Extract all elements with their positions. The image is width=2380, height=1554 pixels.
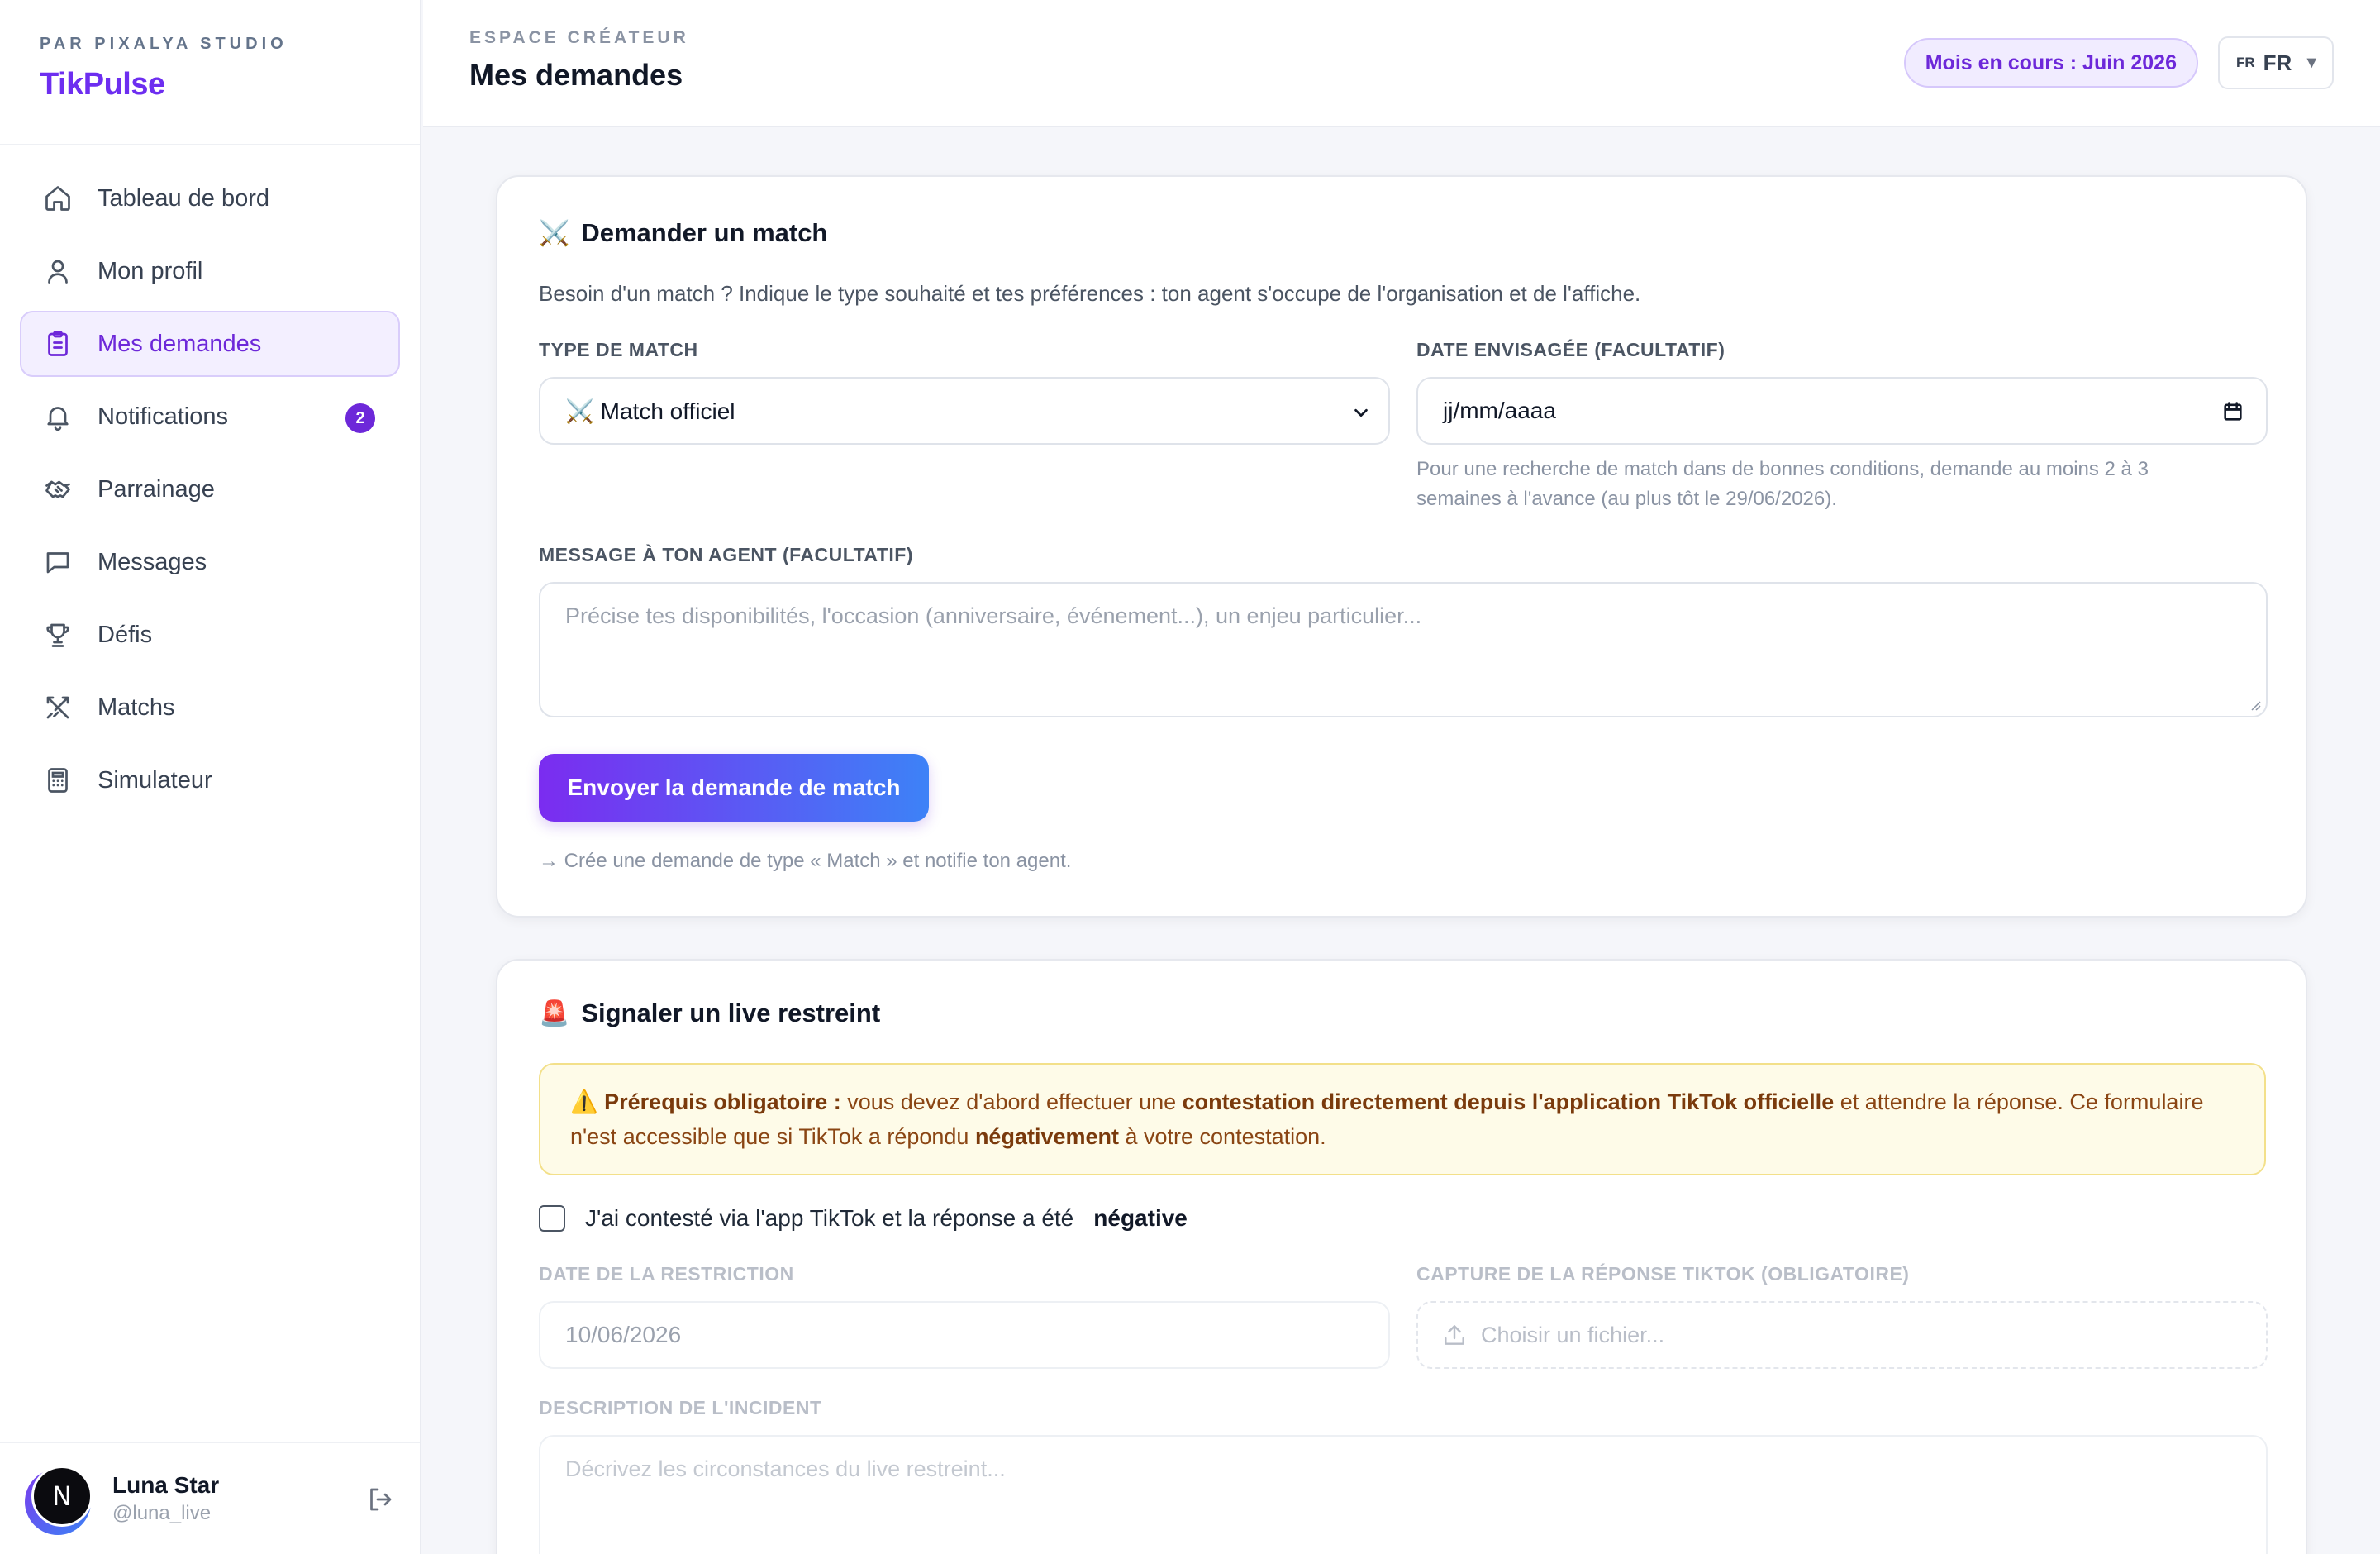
sidebar-item-label: Défis (98, 621, 153, 648)
warning-text-1: vous devez d'abord effectuer une (840, 1089, 1183, 1114)
sidebar-item-label: Matchs (98, 694, 175, 721)
restriction-date-value: 10/06/2026 (565, 1322, 682, 1347)
sidebar: PAR PIXALYA STUDIO TikPulse Tableau de b… (0, 0, 421, 1554)
sidebar-item-label: Tableau de bord (98, 184, 269, 212)
user-handle: @luna_live (112, 1502, 212, 1524)
swords-icon (43, 693, 73, 722)
brand: PAR PIXALYA STUDIO TikPulse (0, 0, 420, 145)
match-date-label: DATE ENVISAGÉE (FACULTATIF) (1416, 339, 1726, 360)
sidebar-item-simulateur[interactable]: Simulateur (20, 747, 400, 813)
top-header: ESPACE CRÉATEUR Mes demandes Mois en cou… (423, 0, 2380, 127)
upload-icon (1445, 1325, 1464, 1345)
sidebar-item-notifications[interactable]: Notifications 2 (20, 384, 400, 450)
match-type-value: ⚔️ Match officiel (565, 398, 735, 424)
contest-checkbox-label: J'ai contesté via l'app TikTok et la rép… (585, 1205, 1074, 1231)
incident-description-textarea[interactable]: Décrivez les circonstances du live restr… (539, 1435, 2268, 1554)
language-flag: FR (2236, 55, 2255, 70)
siren-icon: 🚨 (539, 999, 570, 1027)
agent-message-placeholder: Précise tes disponibilités, l'occasion (… (565, 603, 1422, 628)
contest-confirmation[interactable]: J'ai contesté via l'app TikTok et la rép… (539, 1205, 1188, 1232)
sidebar-item-messages[interactable]: Messages (20, 529, 400, 595)
incident-description-label: DESCRIPTION DE L'INCIDENT (539, 1397, 822, 1418)
avatar[interactable]: N (25, 1466, 94, 1535)
contest-checkbox-bold: négative (1093, 1205, 1188, 1231)
crossed-swords-icon: ⚔️ (539, 219, 570, 247)
sidebar-item-matchs[interactable]: Matchs (20, 675, 400, 741)
restricted-live-card: 🚨 Signaler un live restreint ⚠️ Prérequi… (496, 959, 2307, 1554)
contest-checkbox[interactable] (539, 1205, 565, 1232)
agent-message-label: MESSAGE À TON AGENT (FACULTATIF) (539, 544, 913, 565)
restricted-card-title: 🚨 Signaler un live restreint (539, 999, 880, 1028)
sidebar-item-tableau-de-bord[interactable]: Tableau de bord (20, 165, 400, 231)
message-icon (43, 547, 73, 577)
trophy-icon (43, 620, 73, 650)
match-date-hint: Pour une recherche de match dans de bonn… (1416, 455, 2149, 514)
match-date-hint-line-2: semaines à l'avance (au plus tôt le 29/0… (1416, 488, 1837, 510)
clipboard-icon (43, 329, 73, 359)
calendar-icon[interactable] (2221, 400, 2244, 423)
language-selector[interactable]: FR FR ▼ (2218, 36, 2334, 89)
match-type-select[interactable]: ⚔️ Match officiel (539, 377, 1390, 445)
sidebar-item-label: Notifications (98, 403, 228, 430)
match-description: Besoin d'un match ? Indique le type souh… (539, 281, 1641, 306)
match-request-card: ⚔️ Demander un match Besoin d'un match ?… (496, 175, 2307, 918)
sidebar-item-mes-demandes[interactable]: Mes demandes (20, 311, 400, 377)
capture-file-input[interactable]: Choisir un fichier... (1416, 1301, 2268, 1369)
warning-text-3: à votre contestation. (1119, 1124, 1326, 1149)
prerequisite-warning: ⚠️ Prérequis obligatoire : vous devez d'… (539, 1063, 2266, 1175)
language-value: FR (2263, 50, 2292, 75)
sidebar-item-label: Simulateur (98, 766, 212, 794)
capture-placeholder: Choisir un fichier... (1481, 1322, 1665, 1347)
sidebar-nav: Tableau de bord Mon profil Mes demandes … (0, 145, 420, 813)
resize-handle-icon[interactable] (2248, 698, 2261, 711)
bell-icon (43, 402, 73, 431)
match-date-input[interactable]: jj/mm/aaaa (1416, 377, 2268, 445)
user-info: Luna Star @luna_live (112, 1472, 219, 1525)
warning-bold-prerequisite: Prérequis obligatoire : (604, 1089, 841, 1114)
match-date-placeholder: jj/mm/aaaa (1443, 398, 1556, 423)
brand-kicker: PAR PIXALYA STUDIO (40, 35, 288, 53)
header-kicker: ESPACE CRÉATEUR (469, 28, 689, 47)
app-logo[interactable]: TikPulse (40, 67, 380, 102)
warning-bold-negative: négativement (974, 1124, 1119, 1149)
current-month-badge: Mois en cours : Juin 2026 (1903, 38, 2198, 88)
restricted-title-text: Signaler un live restreint (581, 999, 881, 1027)
warning-bold-contest: contestation directement depuis l'applic… (1182, 1089, 1835, 1114)
avatar-initial: N (31, 1466, 93, 1527)
sidebar-item-label: Messages (98, 548, 207, 575)
match-card-title: ⚔️ Demander un match (539, 218, 827, 248)
sidebar-item-label: Parrainage (98, 475, 215, 503)
warning-icon: ⚠️ (570, 1089, 598, 1114)
user-card: N Luna Star @luna_live (0, 1442, 420, 1554)
capture-label: CAPTURE DE LA RÉPONSE TIKTOK (OBLIGATOIR… (1416, 1263, 1910, 1285)
sidebar-item-label: Mon profil (98, 257, 203, 284)
sidebar-item-defis[interactable]: Défis (20, 602, 400, 668)
sidebar-item-label: Mes demandes (98, 330, 262, 357)
home-icon (43, 184, 73, 213)
user-icon (43, 256, 73, 286)
logout-icon[interactable] (365, 1485, 395, 1514)
page-title: Mes demandes (469, 58, 683, 92)
notification-count-badge: 2 (345, 403, 375, 433)
sidebar-item-parrainage[interactable]: Parrainage (20, 456, 400, 522)
restriction-date-label: DATE DE LA RESTRICTION (539, 1263, 794, 1285)
incident-description-placeholder: Décrivez les circonstances du live restr… (565, 1456, 1006, 1481)
calculator-icon (43, 765, 73, 795)
agent-message-textarea[interactable]: Précise tes disponibilités, l'occasion (… (539, 582, 2268, 717)
match-request-note: → Crée une demande de type « Match » et … (539, 850, 1072, 872)
match-title-text: Demander un match (581, 218, 828, 247)
handshake-icon (43, 474, 73, 504)
match-date-hint-line-1: Pour une recherche de match dans de bonn… (1416, 458, 2149, 480)
restriction-date-input[interactable]: 10/06/2026 (539, 1301, 1390, 1369)
sidebar-item-mon-profil[interactable]: Mon profil (20, 238, 400, 304)
user-name: Luna Star (112, 1472, 220, 1498)
chevron-down-icon: ▼ (2303, 53, 2320, 72)
match-type-label: TYPE DE MATCH (539, 339, 698, 360)
chevron-down-icon (1352, 403, 1370, 422)
send-match-request-button[interactable]: Envoyer la demande de match (539, 754, 929, 822)
